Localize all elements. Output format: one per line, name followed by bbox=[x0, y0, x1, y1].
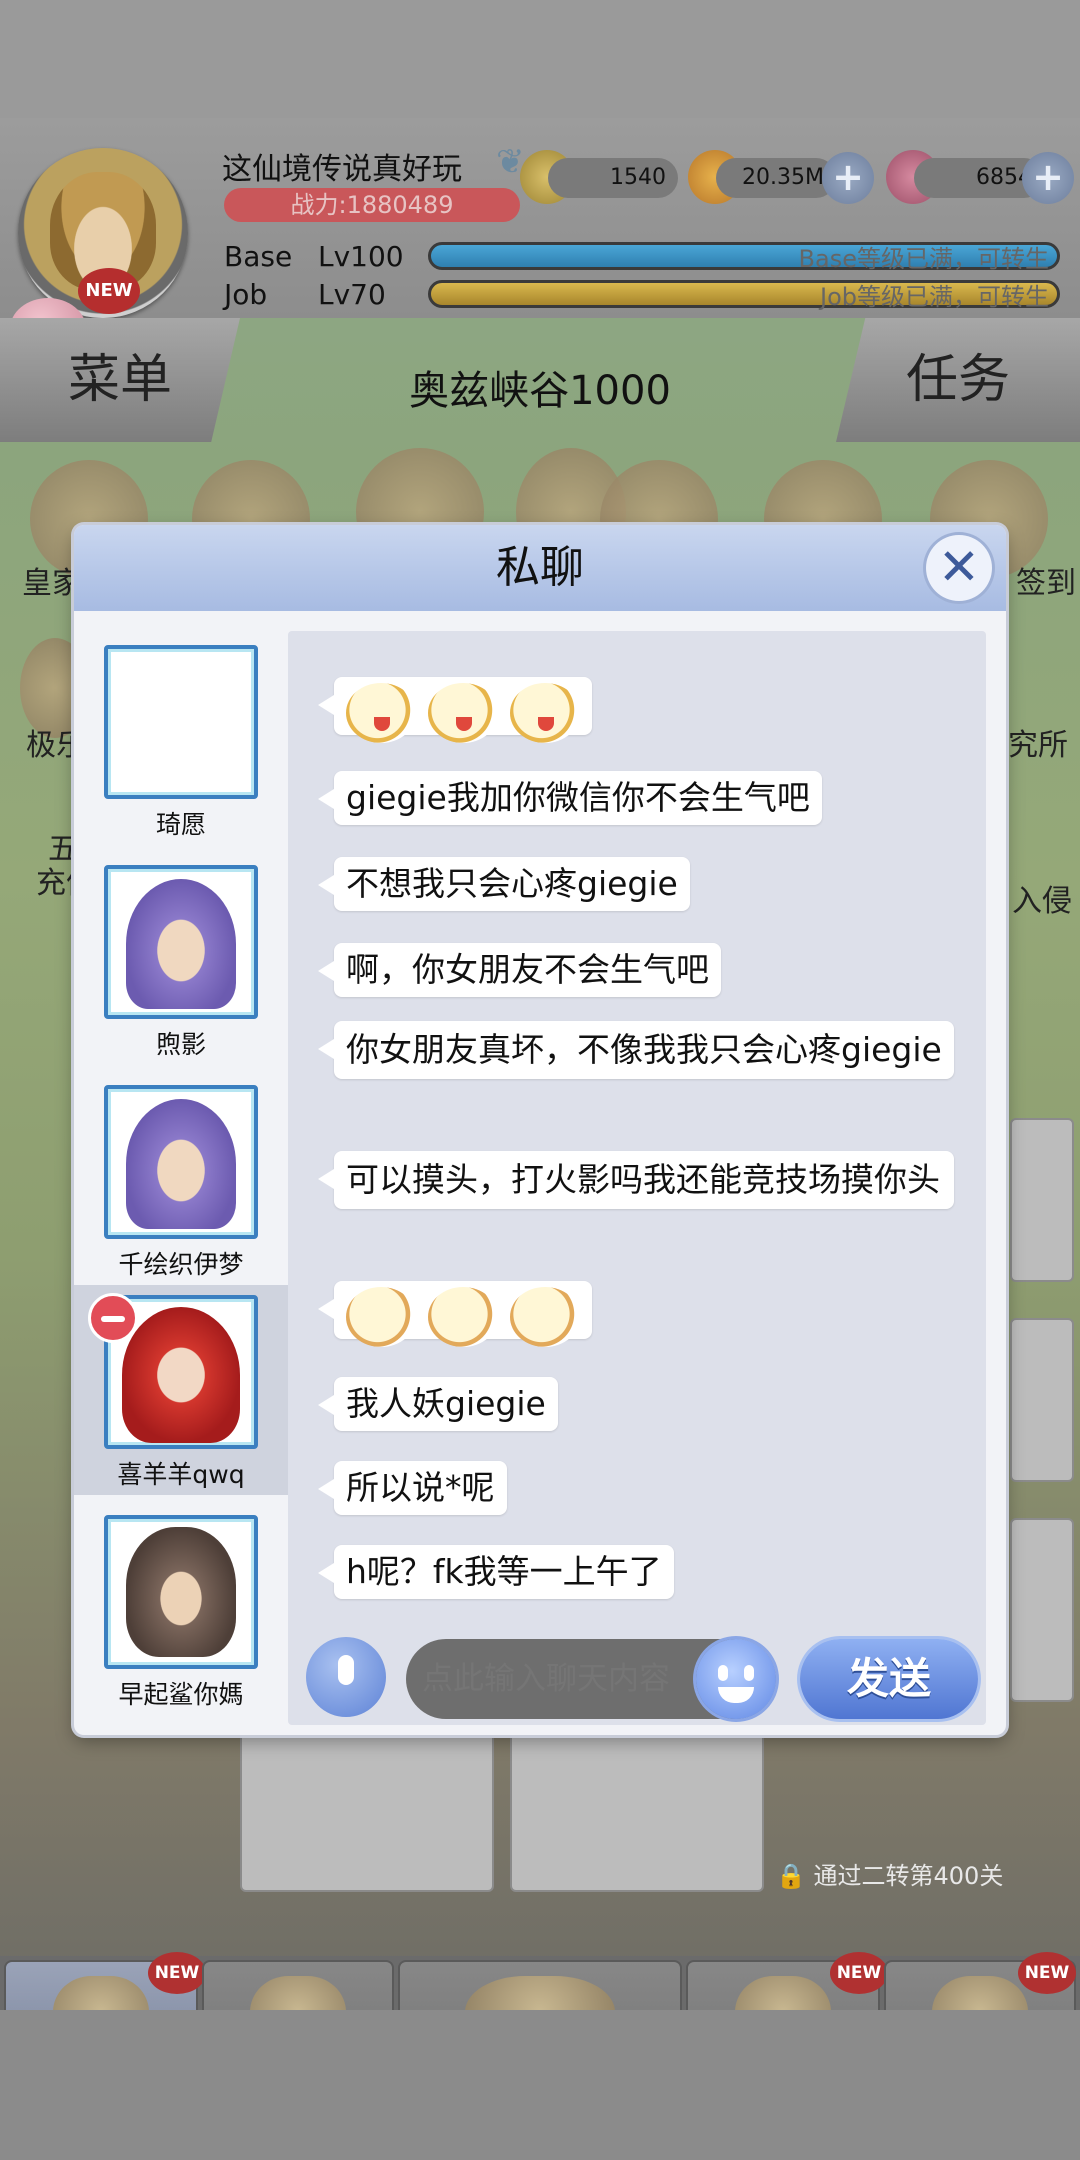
nav-battle[interactable]: 战斗 bbox=[398, 1960, 682, 2010]
contact-item[interactable]: 煦影 bbox=[74, 855, 288, 1065]
crossed-swords-icon bbox=[465, 1976, 615, 2010]
chat-message: 可以摸头，打火影吗我还能竞技场摸你头 bbox=[318, 1151, 954, 1209]
hidden-panel-right bbox=[510, 1718, 764, 1892]
hidden-panel-left bbox=[240, 1718, 494, 1892]
job-level: Lv70 bbox=[318, 278, 386, 311]
map-title: 奥兹峡谷1000 bbox=[409, 368, 671, 414]
contact-name: 煦影 bbox=[155, 1030, 206, 1059]
dialog-title: 私聊 bbox=[496, 542, 584, 593]
remove-contact-icon[interactable] bbox=[88, 1293, 138, 1343]
gold-amount: 20.35M bbox=[716, 158, 836, 198]
contact-item[interactable]: 琦愿 bbox=[74, 635, 288, 845]
nav-character[interactable]: 角色 NEW bbox=[686, 1952, 888, 2010]
nav-new-badge: NEW bbox=[830, 1952, 888, 1994]
base-exp-bar: Base等级已满，可转生 bbox=[428, 242, 1060, 273]
zeny-amount: 1540 bbox=[548, 158, 678, 198]
contact-avatar bbox=[104, 1515, 258, 1669]
task-button[interactable]: 任务 bbox=[836, 318, 1080, 442]
unlock-requirement: 🔒 通过二转第400关 bbox=[776, 1862, 1004, 1890]
nav-main-city[interactable]: 主城 NEW bbox=[4, 1952, 206, 2010]
navigation-bar-area bbox=[0, 2010, 1080, 2160]
chat-message: giegie我加你微信你不会生气吧 bbox=[318, 771, 822, 825]
contact-avatar bbox=[104, 645, 258, 799]
player-name: 这仙境传说真好玩 bbox=[222, 152, 462, 187]
microphone-icon[interactable] bbox=[306, 1637, 386, 1717]
contact-name: 千绘织伊梦 bbox=[118, 1250, 244, 1279]
player-header: NEW 这仙境传说真好玩 ❦ 战力:1880489 1540 20.35M + … bbox=[0, 118, 1080, 360]
chat-message: 我人妖giegie bbox=[318, 1377, 558, 1431]
chat-message: 你女朋友真坏，不像我我只会心疼giegie bbox=[318, 1021, 954, 1079]
emoji-picker-icon[interactable] bbox=[696, 1639, 776, 1719]
job-exp-bar: Job等级已满，可转生 bbox=[428, 280, 1060, 311]
shy-emoji-icon bbox=[428, 1287, 498, 1347]
shy-emoji-icon bbox=[510, 1287, 580, 1347]
shy-emoji-icon bbox=[346, 1287, 416, 1347]
combat-power: 战力:1880489 bbox=[224, 188, 520, 222]
right-feature-label-3: 入侵 bbox=[1012, 884, 1072, 919]
chat-input-row: 发送 bbox=[288, 1625, 986, 1725]
emoji-message bbox=[318, 1281, 592, 1347]
contact-avatar bbox=[104, 865, 258, 1019]
poring-pet-icon bbox=[932, 1976, 1028, 2010]
base-level: Lv100 bbox=[318, 240, 404, 273]
nav-backpack[interactable]: 背包 bbox=[202, 1960, 394, 2010]
chat-message-area[interactable]: giegie我加你微信你不会生气吧 不想我只会心疼giegie 啊，你女朋友不会… bbox=[288, 631, 986, 1725]
job-label: Job bbox=[224, 278, 268, 311]
right-feature-label-2: 究所 bbox=[1008, 728, 1068, 763]
emoji-message bbox=[318, 677, 592, 743]
contact-name: 早起鲨你媽 bbox=[118, 1680, 244, 1709]
hidden-side-panel-2 bbox=[1010, 1318, 1074, 1482]
base-label: Base bbox=[224, 240, 293, 273]
private-chat-dialog: 私聊 ✕ 琦愿 煦影 千绘织伊梦 喜羊羊qwq 早起鲨你媽 giegie我加你微… bbox=[74, 525, 1006, 1735]
menu-button[interactable]: 菜单 bbox=[0, 318, 240, 442]
chat-message: 不想我只会心疼giegie bbox=[318, 857, 690, 911]
chat-message: h呢？fk我等一上午了 bbox=[318, 1545, 674, 1599]
backpack-icon bbox=[250, 1976, 346, 2010]
tongue-emoji-icon bbox=[428, 683, 498, 743]
status-bar-area bbox=[0, 0, 1080, 118]
dialog-header: 私聊 ✕ bbox=[74, 525, 1006, 611]
hidden-side-panel-1 bbox=[1010, 1118, 1074, 1282]
castle-icon bbox=[53, 1976, 149, 2010]
avatar-new-badge: NEW bbox=[78, 268, 140, 314]
add-gems-button[interactable]: + bbox=[1022, 152, 1074, 204]
hidden-side-panel-3 bbox=[1010, 1518, 1074, 1702]
contact-item[interactable]: 早起鲨你媽 bbox=[74, 1505, 288, 1715]
close-button[interactable]: ✕ bbox=[926, 535, 992, 601]
contact-item-selected[interactable]: 喜羊羊qwq bbox=[74, 1285, 288, 1495]
nav-new-badge: NEW bbox=[148, 1952, 206, 1994]
chat-message: 所以说*呢 bbox=[318, 1461, 507, 1515]
tongue-emoji-icon bbox=[346, 683, 416, 743]
left-feature-label-1: 皇家 bbox=[22, 566, 82, 601]
right-feature-label-1: 签到 bbox=[1016, 566, 1076, 601]
add-gold-button[interactable]: + bbox=[822, 152, 874, 204]
tongue-emoji-icon bbox=[510, 683, 580, 743]
nav-pet[interactable]: 宠物 NEW bbox=[884, 1952, 1076, 2010]
chat-message: 啊，你女朋友不会生气吧 bbox=[318, 943, 721, 997]
character-icon bbox=[735, 1976, 831, 2010]
contact-name: 琦愿 bbox=[155, 810, 206, 839]
contact-item[interactable]: 千绘织伊梦 bbox=[74, 1075, 288, 1285]
contact-avatar bbox=[104, 1085, 258, 1239]
contact-name: 喜羊羊qwq bbox=[117, 1460, 245, 1489]
send-button[interactable]: 发送 bbox=[800, 1639, 978, 1719]
nav-new-badge: NEW bbox=[1018, 1952, 1076, 1994]
